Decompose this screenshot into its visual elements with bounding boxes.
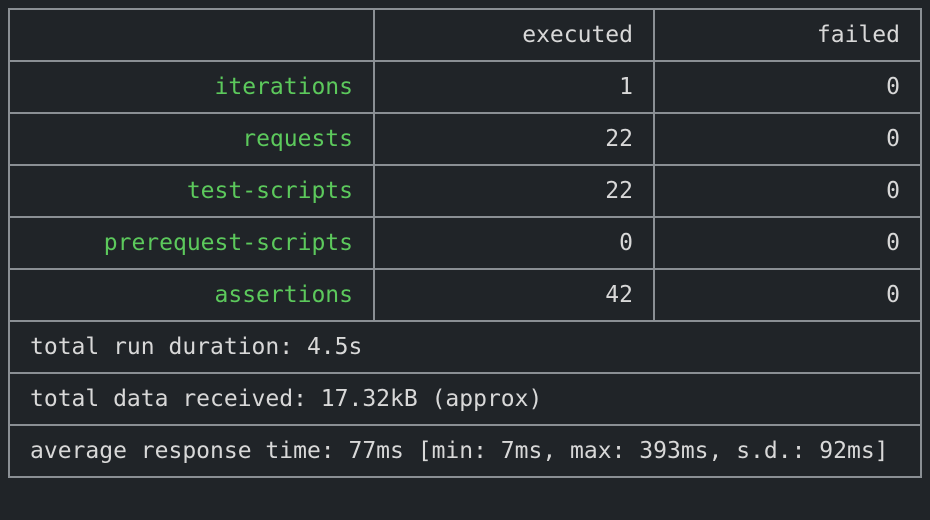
row-label: requests: [8, 112, 375, 166]
row-label: test-scripts: [8, 164, 375, 218]
table-row: test-scripts 22 0: [8, 164, 922, 218]
footer-row: average response time: 77ms [min: 7ms, m…: [8, 424, 922, 478]
row-executed: 22: [373, 164, 655, 218]
footer-row: total run duration: 4.5s: [8, 320, 922, 374]
row-label: iterations: [8, 60, 375, 114]
row-failed: 0: [653, 60, 922, 114]
header-executed: executed: [373, 8, 655, 62]
summary-table: executed failed iterations 1 0 requests …: [8, 8, 922, 478]
average-response-time: average response time: 77ms [min: 7ms, m…: [8, 424, 922, 478]
footer-row: total data received: 17.32kB (approx): [8, 372, 922, 426]
total-run-duration: total run duration: 4.5s: [8, 320, 922, 374]
row-executed: 42: [373, 268, 655, 322]
row-failed: 0: [653, 112, 922, 166]
row-executed: 22: [373, 112, 655, 166]
header-failed: failed: [653, 8, 922, 62]
row-executed: 0: [373, 216, 655, 270]
row-executed: 1: [373, 60, 655, 114]
table-row: assertions 42 0: [8, 268, 922, 322]
table-row: iterations 1 0: [8, 60, 922, 114]
row-label: assertions: [8, 268, 375, 322]
table-row: requests 22 0: [8, 112, 922, 166]
header-empty-cell: [8, 8, 375, 62]
total-data-received: total data received: 17.32kB (approx): [8, 372, 922, 426]
header-row: executed failed: [8, 8, 922, 62]
table-row: prerequest-scripts 0 0: [8, 216, 922, 270]
row-failed: 0: [653, 216, 922, 270]
run-summary: executed failed iterations 1 0 requests …: [8, 8, 922, 512]
row-failed: 0: [653, 268, 922, 322]
row-failed: 0: [653, 164, 922, 218]
row-label: prerequest-scripts: [8, 216, 375, 270]
